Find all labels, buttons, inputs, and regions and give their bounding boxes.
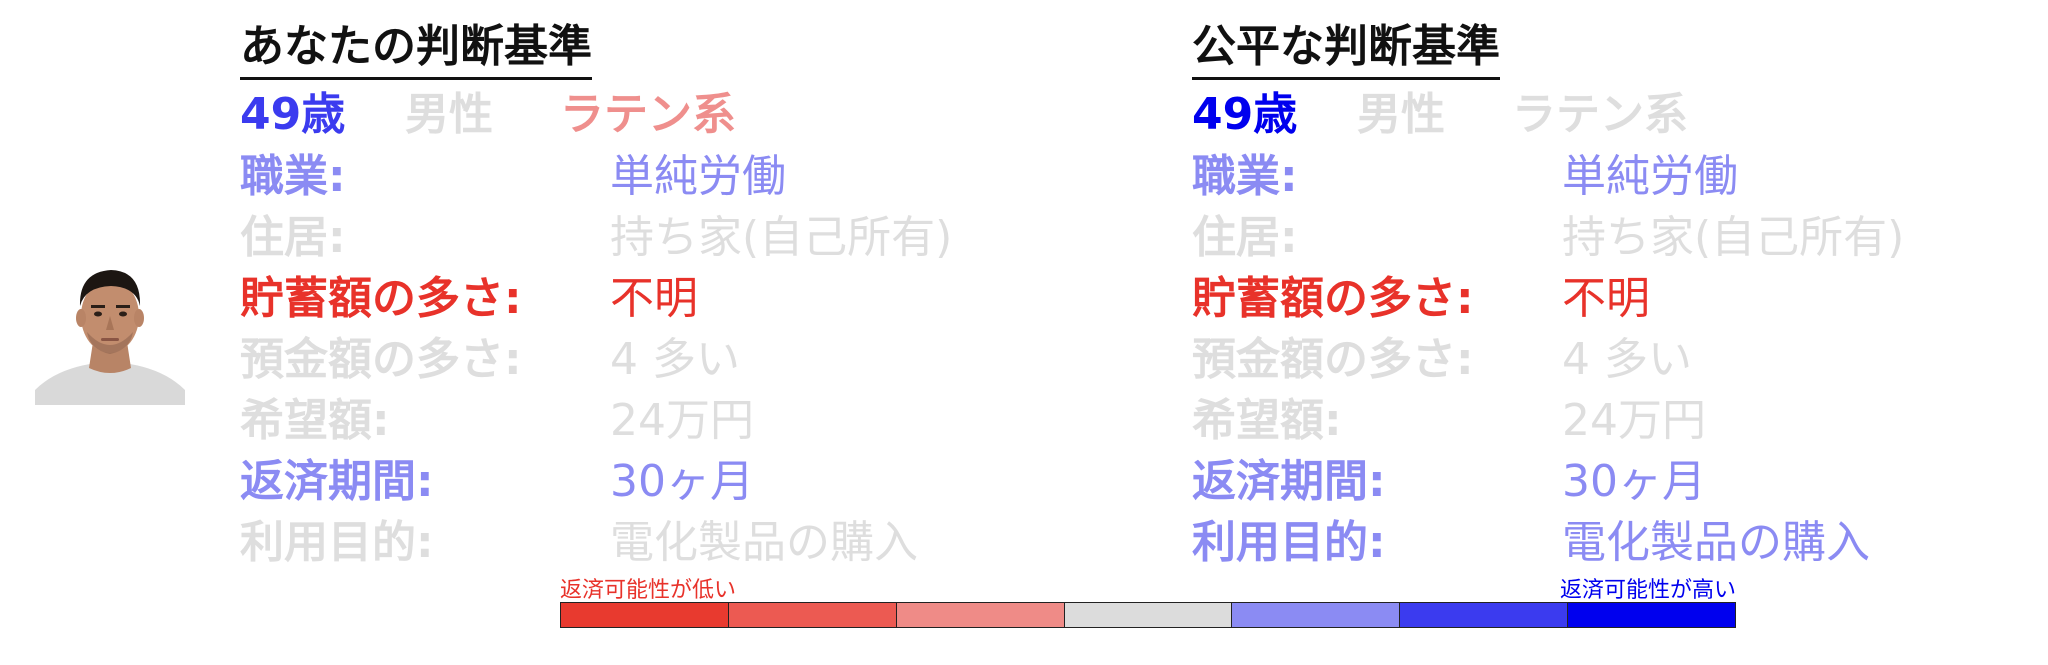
attribute-value: 不明 <box>1562 273 1650 324</box>
attribute-value: 4 多い <box>610 334 740 385</box>
demographics-row: 49歳 男性 ラテン系 <box>240 84 1060 146</box>
attribute-repayment-period: 返済期間: 30ヶ月 <box>1192 451 2012 512</box>
your-criteria-panel: あなたの判断基準 49歳 男性 ラテン系 職業: 単純労働 住居: 持ち家(自己… <box>240 18 1060 573</box>
scale-high-label: 返済可能性が高い <box>1559 578 1736 603</box>
attribute-label: 預金額の多さ: <box>1192 334 1474 385</box>
attribute-label: 希望額: <box>240 395 390 446</box>
attribute-housing: 住居: 持ち家(自己所有) <box>1192 207 2012 268</box>
attribute-value: 24万円 <box>610 395 754 446</box>
attribute-value: 30ヶ月 <box>610 456 754 507</box>
scale-segment <box>1232 603 1401 627</box>
repayment-likelihood-scale <box>560 602 1736 628</box>
attribute-value: 不明 <box>610 273 698 324</box>
attribute-value: 24万円 <box>1562 395 1706 446</box>
attribute-value: 単純労働 <box>610 151 786 202</box>
panel-title: あなたの判断基準 <box>240 18 592 80</box>
person-photo-icon <box>35 262 185 405</box>
scale-segment <box>1400 603 1569 627</box>
sex-value: 男性 <box>1357 89 1445 140</box>
scale-segment <box>1568 603 1736 627</box>
scale-segment <box>561 603 729 627</box>
attribute-value: 電化製品の購入 <box>1562 517 1870 568</box>
attribute-label: 返済期間: <box>240 456 434 507</box>
attribute-savings: 貯蓄額の多さ: 不明 <box>1192 268 2012 329</box>
attribute-label: 預金額の多さ: <box>240 334 522 385</box>
race-value: ラテン系 <box>560 89 736 140</box>
attribute-label: 返済期間: <box>1192 456 1386 507</box>
panel-title: 公平な判断基準 <box>1192 18 1500 80</box>
attribute-value: 4 多い <box>1562 334 1692 385</box>
attribute-label: 利用目的: <box>240 517 434 568</box>
attribute-label: 希望額: <box>1192 395 1342 446</box>
demographics-row: 49歳 男性 ラテン系 <box>1192 84 2012 146</box>
attribute-repayment-period: 返済期間: 30ヶ月 <box>240 451 1060 512</box>
attribute-occupation: 職業: 単純労働 <box>1192 146 2012 207</box>
attribute-label: 住居: <box>1192 212 1298 263</box>
attribute-label: 貯蓄額の多さ: <box>1192 273 1474 324</box>
attribute-deposits: 預金額の多さ: 4 多い <box>1192 329 2012 390</box>
attribute-label: 貯蓄額の多さ: <box>240 273 522 324</box>
age-value: 49歳 <box>1192 89 1298 140</box>
attribute-value: 持ち家(自己所有) <box>610 212 953 263</box>
fair-criteria-panel: 公平な判断基準 49歳 男性 ラテン系 職業: 単純労働 住居: 持ち家(自己所… <box>1192 18 2012 573</box>
scale-segment <box>896 603 1065 627</box>
attribute-value: 単純労働 <box>1562 151 1738 202</box>
attribute-value: 持ち家(自己所有) <box>1562 212 1905 263</box>
attribute-label: 職業: <box>240 151 346 202</box>
race-value: ラテン系 <box>1512 89 1688 140</box>
attribute-housing: 住居: 持ち家(自己所有) <box>240 207 1060 268</box>
attribute-value: 30ヶ月 <box>1562 456 1706 507</box>
sex-value: 男性 <box>405 89 493 140</box>
scale-low-label: 返済可能性が低い <box>560 578 737 603</box>
age-value: 49歳 <box>240 89 346 140</box>
attribute-purpose: 利用目的: 電化製品の購入 <box>240 512 1060 573</box>
attribute-label: 住居: <box>240 212 346 263</box>
scale-segment <box>1064 603 1233 627</box>
attribute-label: 職業: <box>1192 151 1298 202</box>
attribute-savings: 貯蓄額の多さ: 不明 <box>240 268 1060 329</box>
attribute-requested-amount: 希望額: 24万円 <box>1192 390 2012 451</box>
attribute-value: 電化製品の購入 <box>610 517 918 568</box>
attribute-requested-amount: 希望額: 24万円 <box>240 390 1060 451</box>
scale-segment <box>728 603 897 627</box>
attribute-purpose: 利用目的: 電化製品の購入 <box>1192 512 2012 573</box>
attribute-occupation: 職業: 単純労働 <box>240 146 1060 207</box>
attribute-label: 利用目的: <box>1192 517 1386 568</box>
person-photo <box>35 262 185 405</box>
attribute-deposits: 預金額の多さ: 4 多い <box>240 329 1060 390</box>
